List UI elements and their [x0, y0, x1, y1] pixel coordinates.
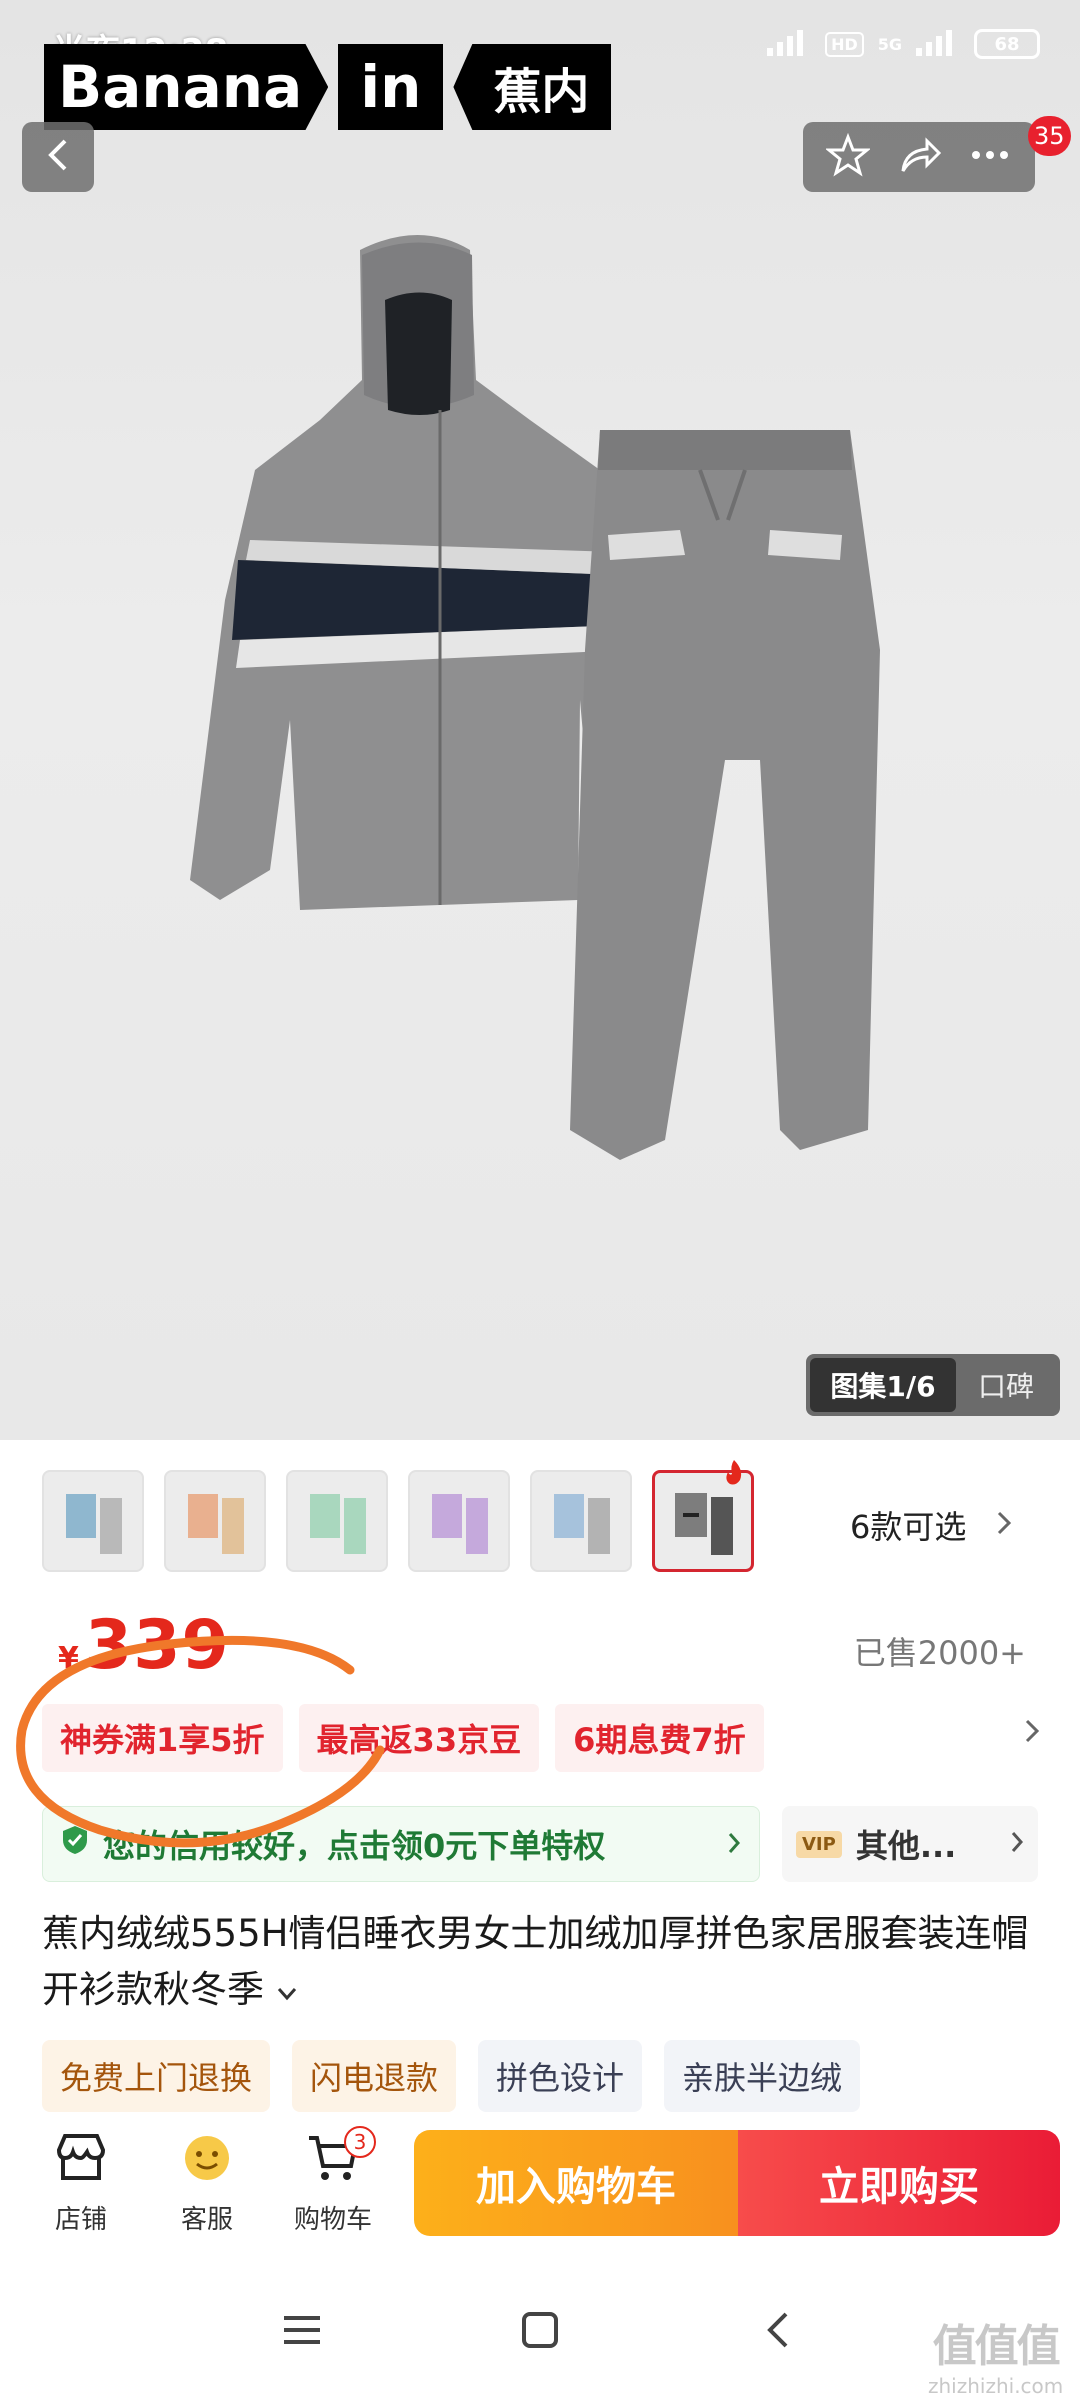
- service-label: 客服: [180, 2205, 233, 2235]
- product-photo: [190, 235, 880, 1160]
- promo-more-chevron-icon[interactable]: [1024, 1718, 1040, 1748]
- product-title-text: 蕉内绒绒555H情侣睡衣男女士加绒加厚拼色家居服套装连帽开衫款秋冬季: [42, 1912, 1029, 2011]
- promo-installment[interactable]: 6期息费7折: [555, 1704, 764, 1772]
- gallery-toggle: 图集1/6 口碑: [806, 1354, 1060, 1416]
- variant-thumb-5[interactable]: [530, 1470, 632, 1572]
- more-icon[interactable]: [968, 133, 1012, 181]
- shop-label: 店铺: [54, 2205, 107, 2235]
- watermark: 值值值 zhizhizhi.com: [928, 2310, 1063, 2398]
- vip-badge: VIP: [796, 1830, 842, 1858]
- variant-thumb-4[interactable]: [408, 1470, 510, 1572]
- gallery-tab-images[interactable]: 图集1/6: [810, 1358, 956, 1412]
- purchase-buttons: 加入购物车 立即购买: [414, 2130, 1060, 2236]
- variant-thumb-3[interactable]: [286, 1470, 388, 1572]
- signal-icon-2: [916, 28, 960, 60]
- promo-coupon[interactable]: 神券满1享5折: [42, 1704, 283, 1772]
- top-action-group: [803, 122, 1035, 192]
- signal-icon: [767, 28, 811, 60]
- credit-text: 您的信用较好，点击领0元下单特权: [103, 1827, 606, 1865]
- watermark-url: zhizhizhi.com: [928, 2374, 1064, 2398]
- promo-list[interactable]: 神券满1享5折 最高返33京豆 6期息费7折: [42, 1704, 764, 1772]
- brand-part-in: in: [338, 44, 444, 130]
- add-to-cart-button[interactable]: 加入购物车: [414, 2130, 738, 2236]
- back-nav-icon[interactable]: [758, 2310, 798, 2354]
- chevron-left-icon: [43, 137, 73, 177]
- credit-banner[interactable]: 您的信用较好，点击领0元下单特权: [42, 1806, 760, 1882]
- product-image-gallery[interactable]: 半夜12:28 HD 5G 68 Banana in 蕉内: [0, 0, 1080, 1440]
- network-indicator: 5G: [877, 34, 902, 54]
- pants-illustration: [570, 430, 880, 1160]
- brand-part-cn: 蕉内: [453, 44, 612, 130]
- battery-indicator: 68: [974, 29, 1040, 59]
- bottom-action-bar: 店铺 客服 3 购物车 加入购物车 立即购买: [0, 2126, 1080, 2266]
- product-page: 半夜12:28 HD 5G 68 Banana in 蕉内: [0, 0, 1080, 2400]
- watermark-logo: 值值值: [932, 2321, 1061, 2372]
- menu-nav-icon[interactable]: [282, 2310, 322, 2354]
- variant-selector[interactable]: 6款可选: [850, 1502, 1012, 1548]
- brand-logo: Banana in 蕉内: [44, 44, 612, 130]
- chevron-right-icon: [727, 1825, 741, 1863]
- brand-part-banana: Banana: [44, 44, 329, 130]
- service-tags: 免费上门退换 闪电退款 拼色设计 亲肤半边绒: [42, 2040, 861, 2112]
- gallery-tab-reviews[interactable]: 口碑: [956, 1365, 1056, 1405]
- variant-thumbnails: [42, 1470, 754, 1572]
- system-navigation: [0, 2290, 1080, 2400]
- vip-benefit[interactable]: VIP 其他...: [782, 1806, 1038, 1882]
- chevron-down-icon[interactable]: [276, 1968, 298, 2011]
- tag-free-return: 免费上门退换: [42, 2040, 271, 2112]
- cart-label: 购物车: [293, 2205, 372, 2235]
- chevron-right-icon: [996, 1506, 1012, 1544]
- back-button[interactable]: [22, 122, 94, 192]
- status-icons: HD 5G 68: [767, 28, 1040, 60]
- price-value: 339: [84, 1606, 230, 1685]
- cart-button[interactable]: 3 购物车: [278, 2126, 388, 2236]
- chevron-right-icon: [1010, 1830, 1024, 1858]
- promo-jd-beans[interactable]: 最高返33京豆: [298, 1704, 540, 1772]
- vip-text: 其他...: [855, 1827, 957, 1865]
- price: ¥ 339: [58, 1606, 230, 1685]
- tag-color-design: 拼色设计: [478, 2040, 643, 2112]
- variant-thumb-2[interactable]: [164, 1470, 266, 1572]
- customer-service-icon: [179, 2132, 235, 2191]
- sold-count: 已售2000+: [853, 1634, 1026, 1672]
- notification-badge: 35: [1028, 116, 1071, 156]
- hd-indicator: HD: [825, 31, 864, 57]
- variant-count-label: 6款可选: [850, 1508, 967, 1546]
- service-button[interactable]: 客服: [152, 2132, 262, 2236]
- share-icon[interactable]: [897, 133, 942, 181]
- product-title[interactable]: 蕉内绒绒555H情侣睡衣男女士加绒加厚拼色家居服套装连帽开衫款秋冬季: [42, 1906, 1052, 2018]
- shop-button[interactable]: 店铺: [26, 2132, 136, 2236]
- star-icon[interactable]: [825, 132, 872, 181]
- tag-fast-refund: 闪电退款: [292, 2040, 457, 2112]
- buy-now-button[interactable]: 立即购买: [738, 2130, 1060, 2236]
- variant-thumb-1[interactable]: [42, 1470, 144, 1572]
- price-currency: ¥: [58, 1641, 79, 1676]
- cart-count-badge: 3: [344, 2126, 376, 2158]
- hot-fire-icon: [722, 1458, 746, 1486]
- home-nav-icon[interactable]: [520, 2310, 560, 2354]
- tag-soft-fleece: 亲肤半边绒: [664, 2040, 861, 2112]
- shop-icon: [53, 2132, 109, 2191]
- credit-shield-icon: [61, 1824, 89, 1864]
